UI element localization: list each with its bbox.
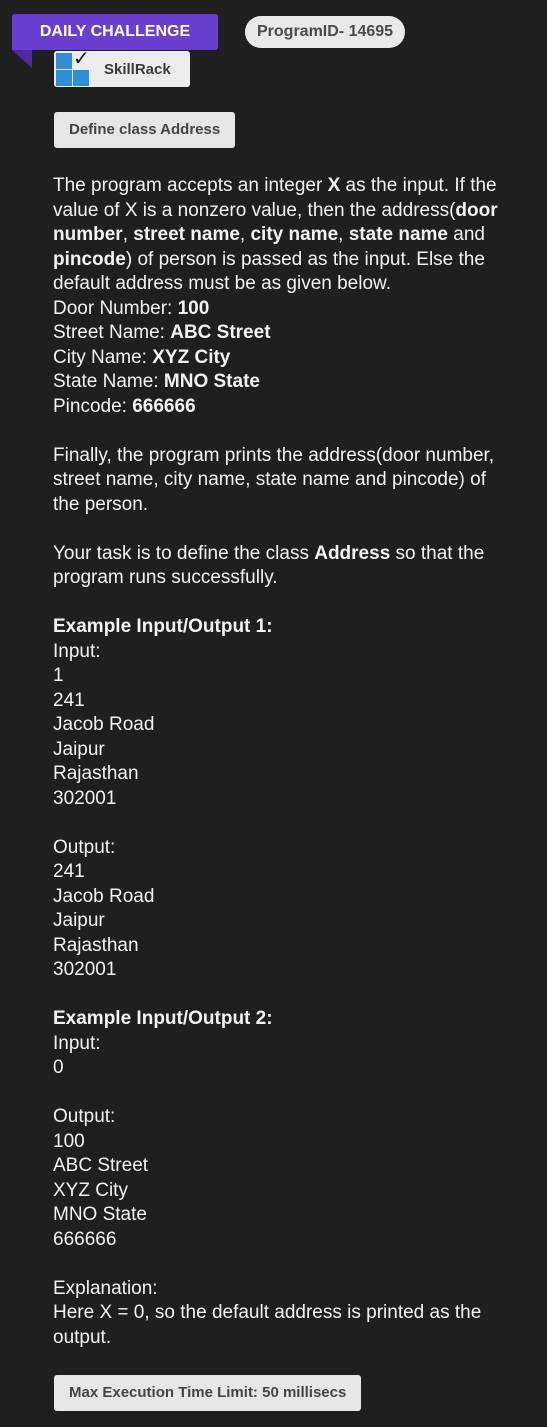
- example-1-input-line: 302001: [53, 787, 117, 809]
- example-2-output-line: ABC Street: [53, 1155, 149, 1176]
- description-line: street name, city name, state name and p…: [53, 469, 487, 490]
- ribbon-fold: [12, 50, 32, 68]
- description-line: the person.: [53, 493, 149, 515]
- time-limit-button[interactable]: Max Execution Time Limit: 50 millisecs: [54, 1375, 362, 1411]
- example-2-output-label: Output:: [53, 1106, 116, 1127]
- problem-title-button[interactable]: Define class Address: [54, 112, 236, 148]
- default-city-name: City Name: XYZ City: [53, 346, 231, 368]
- example-2-output-line: 100: [53, 1130, 85, 1152]
- example-1-output-line: 241: [53, 861, 85, 882]
- example-1-input-label: Input:: [53, 640, 101, 662]
- explanation-line: output.: [53, 1326, 112, 1348]
- description-line: number, street name, city name, state na…: [53, 224, 485, 245]
- brand-label: SkillRack: [104, 60, 171, 78]
- description-line: pincode) of person is passed as the inpu…: [53, 248, 485, 270]
- example-1-output-line: Jacob Road: [53, 885, 155, 907]
- example-1-output-line: Jaipur: [53, 910, 105, 931]
- example-2-output-line: XYZ City: [53, 1179, 128, 1201]
- description-line: default address must be as given below.: [53, 273, 391, 294]
- example-2-heading: Example Input/Output 2:: [53, 1008, 273, 1029]
- default-street-name: Street Name: ABC Street: [53, 322, 271, 343]
- example-1-input-line: 241: [53, 689, 85, 711]
- example-2-input-line: 0: [53, 1057, 64, 1078]
- example-1-input-line: 1: [53, 665, 64, 686]
- description-line: Finally, the program prints the address(…: [53, 444, 495, 466]
- example-1-input-line: Rajasthan: [53, 763, 139, 784]
- default-door-number: Door Number: 100: [53, 297, 210, 319]
- explanation-line: Here X = 0, so the default address is pr…: [53, 1302, 482, 1323]
- explanation-label: Explanation:: [53, 1277, 158, 1299]
- example-1-output-line: Rajasthan: [53, 934, 139, 956]
- example-2-input-label: Input:: [53, 1032, 101, 1054]
- example-1-output-label: Output:: [53, 836, 116, 858]
- example-1-heading: Example Input/Output 1:: [53, 616, 273, 637]
- default-state-name: State Name: MNO State: [53, 371, 260, 392]
- example-1-output-line: 302001: [53, 959, 117, 980]
- program-id-badge: ProgramID- 14695: [245, 16, 406, 48]
- default-pincode: Pincode: 666666: [53, 395, 196, 417]
- skillrack-logo-icon: ✓: [54, 49, 90, 87]
- example-2-output-line: MNO State: [53, 1204, 147, 1225]
- description-line: value of X is a nonzero value, then the …: [53, 199, 498, 221]
- description-line: Your task is to define the class Address…: [53, 542, 485, 564]
- description-line: The program accepts an integer X as the …: [53, 175, 497, 196]
- example-1-input-line: Jacob Road: [53, 714, 155, 735]
- example-1-input-line: Jaipur: [53, 738, 105, 760]
- daily-challenge-badge: DAILY CHALLENGE: [12, 14, 218, 50]
- description-line: program runs successfully.: [53, 567, 278, 588]
- problem-description: The program accepts an integer X as the …: [53, 174, 539, 1350]
- skillrack-brand[interactable]: ✓ SkillRack: [54, 49, 190, 87]
- example-2-output-line: 666666: [53, 1228, 117, 1250]
